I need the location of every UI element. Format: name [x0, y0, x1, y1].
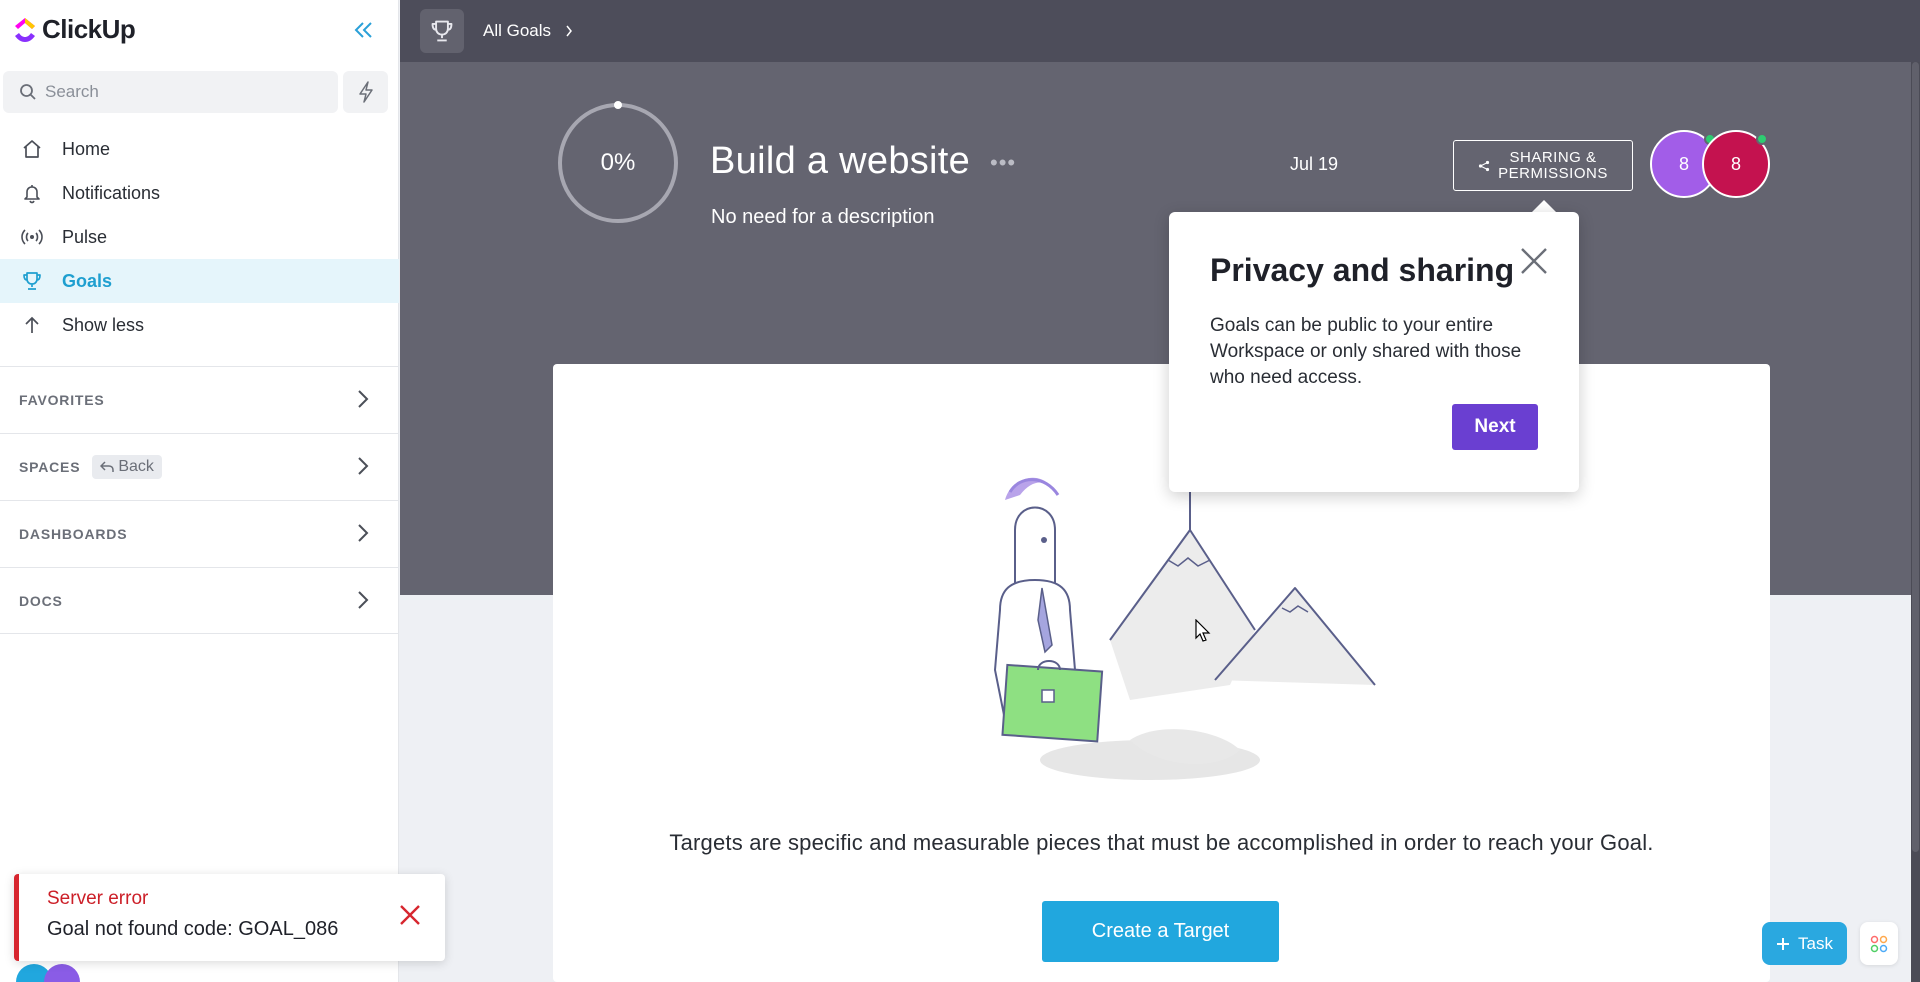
toast-title: Server error	[47, 888, 149, 909]
more-options-icon[interactable]: •••	[990, 150, 1016, 176]
share-icon	[1479, 160, 1490, 171]
error-toast: Server error Goal not found code: GOAL_0…	[14, 874, 445, 961]
goal-title[interactable]: Build a website	[710, 140, 970, 183]
avatar-initial: 8	[1678, 153, 1689, 174]
share-label-line1: SHARING &	[1509, 148, 1597, 166]
next-button[interactable]: Next	[1452, 404, 1538, 450]
popover-body: Goals can be public to your entire Works…	[1210, 315, 1522, 388]
sidebar-item-home[interactable]: Home	[0, 127, 399, 171]
section-spaces[interactable]: SPACES Back	[0, 433, 399, 500]
new-task-button[interactable]: Task	[1762, 922, 1847, 965]
chevron-right-icon	[357, 523, 369, 548]
clickup-logo-icon	[15, 17, 35, 42]
trophy-icon	[431, 20, 453, 42]
home-icon	[20, 137, 44, 161]
quick-action-button[interactable]	[343, 71, 388, 113]
sidebar-item-goals[interactable]: Goals	[0, 259, 399, 303]
pulse-icon	[20, 225, 44, 249]
logo-text: ClickUp	[42, 14, 136, 44]
section-title: DOCS	[19, 593, 63, 609]
close-popover-icon[interactable]	[1519, 246, 1549, 281]
apps-grid-icon	[1870, 935, 1888, 952]
clickup-logo[interactable]: ClickUp	[12, 14, 136, 45]
privacy-sharing-popover: Privacy and sharing Goals can be public …	[1169, 212, 1579, 492]
section-favorites[interactable]: FAVORITES	[0, 366, 399, 433]
goal-due-date[interactable]: Jul 19	[1290, 154, 1338, 175]
scrollbar[interactable]	[1911, 62, 1920, 982]
section-dashboards[interactable]: DASHBOARDS	[0, 500, 399, 567]
toast-message: Goal not found code: GOAL_086	[47, 918, 339, 940]
chevron-right-icon	[566, 25, 572, 37]
user-avatars[interactable]	[14, 960, 84, 982]
sidebar-item-label: Show less	[62, 314, 145, 335]
sidebar-item-notifications[interactable]: Notifications	[0, 171, 399, 215]
undo-icon	[100, 461, 115, 472]
sidebar: ClickUp Home Notifications	[0, 0, 399, 982]
breadcrumb-all-goals[interactable]: All Goals	[483, 21, 551, 41]
progress-percent: 0%	[600, 149, 636, 176]
section-title: FAVORITES	[19, 392, 105, 408]
search-input[interactable]	[45, 82, 305, 102]
avatar-initial: 8	[1730, 153, 1741, 174]
sidebar-item-label: Home	[62, 138, 111, 159]
sidebar-item-pulse[interactable]: Pulse	[0, 215, 399, 259]
section-title: SPACES	[19, 459, 81, 475]
bell-icon	[20, 181, 44, 205]
back-label: Back	[118, 458, 154, 475]
section-title: DASHBOARDS	[19, 526, 128, 542]
top-bar: All Goals	[400, 0, 1920, 62]
sidebar-item-label: Pulse	[62, 226, 108, 247]
breadcrumb[interactable]: All Goals	[483, 21, 573, 41]
targets-description: Targets are specific and measurable piec…	[669, 830, 1654, 855]
trophy-icon	[20, 269, 44, 293]
chevron-right-icon	[357, 590, 369, 615]
popover-title: Privacy and sharing	[1210, 252, 1515, 288]
share-label-line2: PERMISSIONS	[1498, 164, 1608, 182]
sidebar-item-label: Goals	[62, 270, 113, 291]
goal-description[interactable]: No need for a description	[711, 206, 934, 229]
sharing-permissions-button[interactable]: SHARING & PERMISSIONS	[1453, 140, 1633, 191]
sidebar-item-show-less[interactable]: Show less	[0, 303, 399, 347]
double-chevron-left-icon	[354, 22, 372, 38]
online-status-dot	[1756, 133, 1768, 145]
section-docs[interactable]: DOCS	[0, 567, 399, 634]
back-button[interactable]: Back	[92, 455, 162, 479]
avatar[interactable]: 8	[1702, 130, 1770, 198]
task-button-label: Task	[1798, 933, 1833, 953]
mouse-cursor-icon	[1195, 619, 1211, 642]
mountain-illustration	[993, 477, 1376, 780]
goals-home-button[interactable]	[420, 9, 464, 53]
sidebar-nav: Home Notifications Pulse Goals Show less	[0, 127, 399, 347]
share-label: SHARING & PERMISSIONS	[1498, 148, 1608, 182]
plus-icon	[1777, 937, 1790, 950]
apps-grid-button[interactable]	[1860, 922, 1898, 965]
search-box[interactable]	[3, 71, 338, 113]
arrow-up-icon	[20, 313, 44, 337]
scrollbar-thumb[interactable]	[1912, 62, 1919, 852]
search-icon	[20, 84, 36, 100]
close-toast-icon[interactable]	[399, 904, 421, 931]
lightning-icon	[358, 81, 373, 103]
divider	[0, 633, 399, 634]
collapse-sidebar-button[interactable]	[350, 16, 378, 44]
create-target-button[interactable]: Create a Target	[1042, 901, 1279, 962]
chevron-right-icon	[357, 389, 369, 414]
sidebar-item-label: Notifications	[62, 182, 161, 203]
chevron-right-icon	[357, 456, 369, 481]
